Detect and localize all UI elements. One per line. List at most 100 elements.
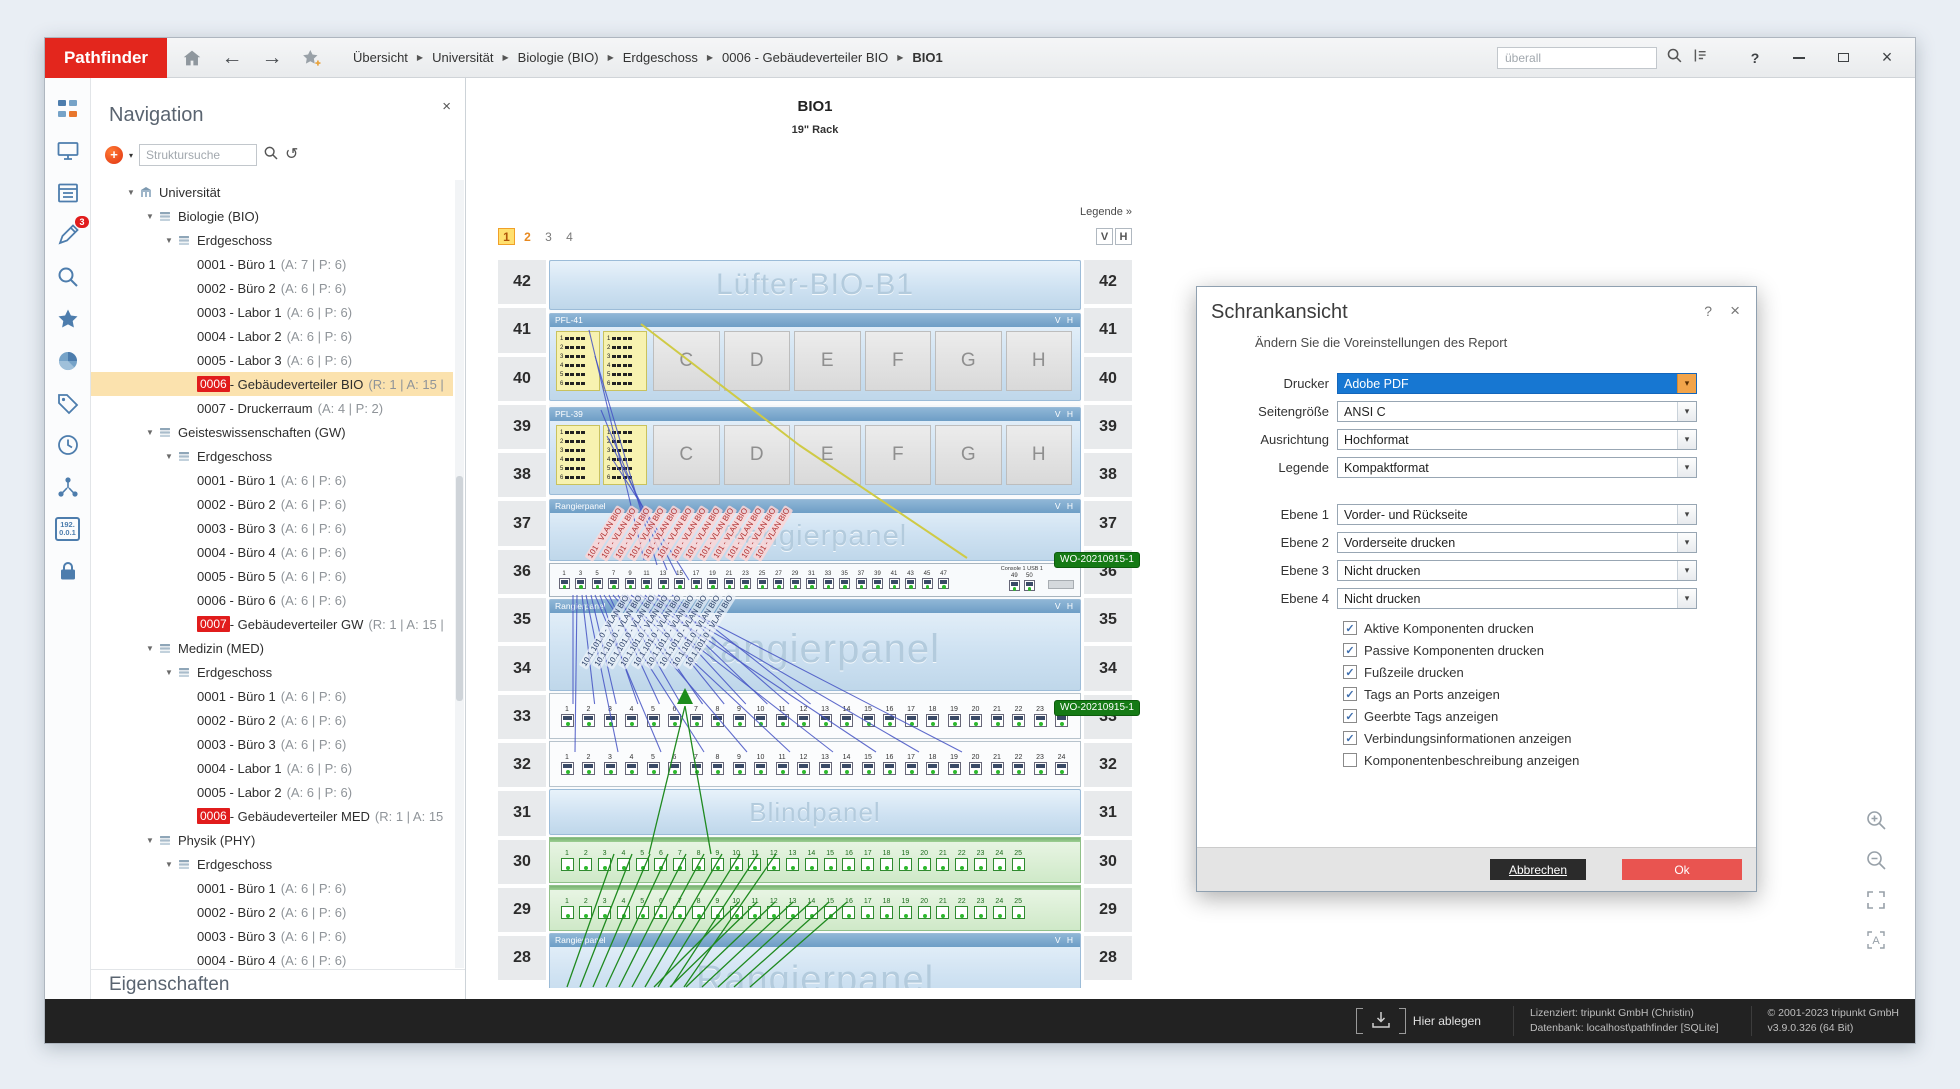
rack-component-rangierpanel-3[interactable]: RangierpanelV H Rangierpanel [549, 933, 1081, 988]
port[interactable]: 1 [560, 706, 574, 727]
port[interactable]: 47 [938, 571, 950, 589]
port[interactable]: 5 [591, 571, 603, 589]
panel-vh-toggle[interactable]: V H [1055, 934, 1075, 947]
tree-item[interactable]: 0004 - Büro 4(A: 6 | P: 6) [91, 540, 453, 564]
tree-item[interactable]: 0002 - Büro 2(A: 6 | P: 6) [91, 276, 453, 300]
port[interactable]: 3 [603, 754, 617, 775]
tree-item[interactable]: 0001 - Büro 1(A: 7 | P: 6) [91, 252, 453, 276]
rack-component-pfl39[interactable]: PFL-39V H 123456123456CDEFGH [549, 407, 1081, 495]
port[interactable]: 7 [689, 754, 703, 775]
port[interactable]: 14 [840, 754, 854, 775]
port[interactable]: 50 [1023, 573, 1035, 591]
port[interactable]: 23 [740, 571, 752, 589]
dropdown[interactable]: Adobe PDF▾ [1337, 373, 1697, 394]
port[interactable]: 10 [729, 850, 743, 871]
port[interactable]: 18 [926, 706, 940, 727]
port[interactable]: 35 [839, 571, 851, 589]
expander-icon[interactable]: ▼ [127, 188, 140, 197]
port[interactable]: 17 [904, 706, 918, 727]
port[interactable]: 22 [1012, 706, 1026, 727]
port[interactable]: 3 [575, 571, 587, 589]
port[interactable]: 10 [754, 706, 768, 727]
port[interactable]: 5 [646, 706, 660, 727]
port[interactable]: 16 [883, 706, 897, 727]
port[interactable]: 9 [732, 754, 746, 775]
port[interactable]: 17 [690, 571, 702, 589]
dropdown[interactable]: Nicht drucken▾ [1337, 560, 1697, 581]
port[interactable]: 15 [861, 754, 875, 775]
port[interactable]: 19 [898, 898, 912, 919]
patch-slot[interactable]: C [653, 331, 720, 391]
port[interactable]: 3 [598, 898, 612, 919]
port[interactable]: 7 [673, 850, 687, 871]
rack-page-tab[interactable]: 2 [519, 228, 536, 245]
properties-header[interactable]: Eigenschaften [91, 969, 465, 999]
port[interactable]: 7 [673, 898, 687, 919]
breadcrumb-item[interactable]: BIO1 [912, 50, 942, 65]
port[interactable]: 21 [936, 850, 950, 871]
port[interactable]: 20 [969, 706, 983, 727]
dropdown[interactable]: ANSI C▾ [1337, 401, 1697, 422]
tree-item[interactable]: ▼Universität [91, 180, 453, 204]
dropdown-arrow-icon[interactable]: ▾ [1677, 589, 1696, 608]
port[interactable]: 9 [624, 571, 636, 589]
port[interactable]: 21 [990, 706, 1004, 727]
breadcrumb-item[interactable]: Universität [432, 50, 493, 65]
patch-module[interactable]: 123456 [556, 425, 600, 485]
port[interactable]: 20 [969, 754, 983, 775]
rack-page-tab[interactable]: 4 [561, 228, 578, 245]
app-logo[interactable]: Pathfinder [45, 38, 167, 78]
navigation-close-icon[interactable]: × [442, 98, 451, 115]
drop-zone[interactable]: Hier ablegen [1356, 1008, 1481, 1034]
port[interactable]: 39 [872, 571, 884, 589]
view-toggle-v[interactable]: V [1096, 228, 1113, 245]
view-toggle-h[interactable]: H [1115, 228, 1132, 245]
port[interactable]: 5 [635, 898, 649, 919]
cancel-button[interactable]: Abbrechen [1490, 859, 1586, 880]
checkbox[interactable]: ✓ [1343, 709, 1357, 723]
port[interactable]: 6 [668, 706, 682, 727]
history-clock-icon[interactable] [53, 430, 83, 460]
zoom-in-icon[interactable] [1863, 807, 1889, 833]
port[interactable]: 13 [818, 754, 832, 775]
port[interactable]: 17 [861, 898, 875, 919]
panel-vh-toggle[interactable]: V H [1055, 314, 1075, 327]
port[interactable]: 2 [582, 754, 596, 775]
port[interactable]: 17 [904, 754, 918, 775]
nav-scrollbar-thumb[interactable] [456, 476, 463, 701]
rack-component-patchrow-2[interactable]: 123456789101112131415161718192021222324 [549, 741, 1081, 787]
dropdown[interactable]: Vorderseite drucken▾ [1337, 532, 1697, 553]
port[interactable]: 12 [767, 850, 781, 871]
rack-component-greenpanel-1[interactable]: 1234567891011121314151617181920212223242… [549, 837, 1081, 883]
port[interactable]: 1 [560, 850, 574, 871]
rack-component-greenpanel-2[interactable]: 1234567891011121314151617181920212223242… [549, 885, 1081, 931]
home-icon[interactable] [177, 43, 207, 73]
port[interactable]: 15 [861, 706, 875, 727]
zoom-out-icon[interactable] [1863, 847, 1889, 873]
port[interactable]: 9 [710, 850, 724, 871]
port[interactable]: 15 [674, 571, 686, 589]
add-dropdown-icon[interactable]: ▾ [129, 151, 133, 160]
tree-item[interactable]: ▼Erdgeschoss [91, 660, 453, 684]
patch-slot[interactable]: G [935, 425, 1002, 485]
maximize-icon[interactable] [1821, 42, 1865, 74]
rack-component-pfl41[interactable]: PFL-41V H 123456123456CDEFGH [549, 313, 1081, 401]
port[interactable]: 7 [689, 706, 703, 727]
favorite-add-icon[interactable] [297, 43, 327, 73]
global-search-input[interactable] [1497, 47, 1657, 69]
search-tool-icon[interactable] [53, 262, 83, 292]
refresh-icon[interactable]: ↺ [285, 147, 298, 163]
port[interactable]: 25 [1011, 898, 1025, 919]
dropdown-arrow-icon[interactable]: ▾ [1677, 374, 1696, 393]
tree-item[interactable]: 0002 - Büro 2(A: 6 | P: 6) [91, 492, 453, 516]
checkbox[interactable]: ✓ [1343, 687, 1357, 701]
patch-slot[interactable]: G [935, 331, 1002, 391]
port[interactable]: 3 [598, 850, 612, 871]
port[interactable]: 13 [786, 850, 800, 871]
patch-slot[interactable]: H [1006, 331, 1073, 391]
port[interactable]: 9 [732, 706, 746, 727]
port[interactable]: 19 [707, 571, 719, 589]
port[interactable]: 24 [1055, 754, 1069, 775]
port[interactable]: 27 [773, 571, 785, 589]
tree-item[interactable]: ▼Geisteswissenschaften (GW) [91, 420, 453, 444]
